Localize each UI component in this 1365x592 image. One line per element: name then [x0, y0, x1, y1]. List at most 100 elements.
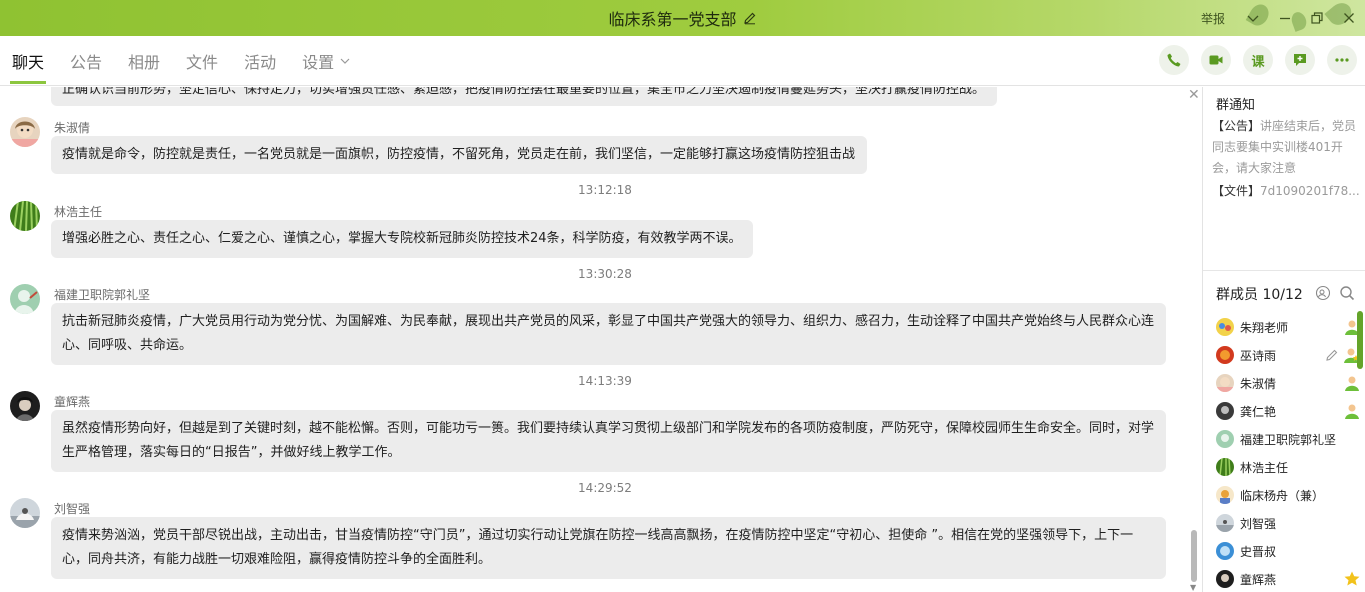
tab-activity[interactable]: 活动: [244, 49, 276, 73]
chevron-down-icon: [1247, 15, 1259, 22]
avatar: [1216, 542, 1234, 560]
notice-tag: 【公告】: [1212, 119, 1261, 133]
tab-settings-label: 设置: [302, 53, 335, 72]
member-name: 朱淑倩: [1240, 377, 1277, 391]
notice-announcement[interactable]: 【公告】讲座结束后，党员同志要集中实训楼401开会，请大家注意: [1212, 116, 1358, 179]
members-tools: [1315, 285, 1355, 301]
video-call-button[interactable]: [1201, 45, 1231, 75]
message-bubble[interactable]: 虽然疫情形势向好，但越是到了关键时刻，越不能松懈。否则，可能功亏一篑。我们要持续…: [51, 410, 1166, 472]
member-item[interactable]: 刘智强: [1216, 513, 1361, 533]
avatar: [1216, 318, 1234, 336]
add-member-icon[interactable]: [1315, 285, 1331, 301]
report-link[interactable]: 举报: [1201, 10, 1225, 27]
chat-scrollbar[interactable]: [1191, 530, 1197, 582]
chat-area[interactable]: ✕ 正确认识当前形势，坚定信心、保持定力，切实增强责任感、紧迫感，把疫情防控摆在…: [0, 87, 1202, 592]
message-bubble[interactable]: 疫情就是命令，防控就是责任，一名党员就是一面旗帜，防控疫情，不留死角，党员走在前…: [51, 136, 867, 174]
admin-badge-icon: [1345, 376, 1359, 391]
members-scrollbar[interactable]: [1357, 311, 1363, 369]
member-name: 龚仁艳: [1240, 405, 1277, 419]
tab-chat[interactable]: 聊天: [12, 49, 44, 73]
member-name: 朱翔老师: [1240, 321, 1289, 335]
video-icon: [1209, 55, 1223, 65]
timestamp: 14:13:39: [578, 374, 632, 388]
restore-button[interactable]: [1301, 0, 1333, 36]
minimize-button[interactable]: [1269, 0, 1301, 36]
member-item[interactable]: 龚仁艳: [1216, 401, 1361, 421]
member-item[interactable]: 林浩主任: [1216, 457, 1361, 477]
minimize-icon: [1280, 17, 1290, 20]
member-item[interactable]: 朱淑倩: [1216, 373, 1361, 393]
message-bubble[interactable]: 疫情来势汹汹，党员干部尽锐出战，主动出击，甘当疫情防控“守门员”，通过切实行动让…: [51, 517, 1166, 579]
voice-call-button[interactable]: [1159, 45, 1189, 75]
sender-name[interactable]: 朱淑倩: [54, 119, 90, 136]
member-name: 福建卫职院郭礼坚: [1240, 433, 1337, 447]
tab-bar: 聊天 公告 相册 文件 活动 设置: [12, 36, 376, 86]
avatar: [1216, 514, 1234, 532]
more-button[interactable]: [1327, 45, 1357, 75]
avatar[interactable]: [10, 117, 40, 147]
course-icon: 课: [1251, 54, 1265, 70]
edit-icon[interactable]: [743, 11, 757, 25]
star-icon: [1344, 571, 1360, 586]
message-bubble[interactable]: 抗击新冠肺炎疫情，广大党员用行动为党分忧、为国解难、为民奉献，展现出共产党员的风…: [51, 303, 1166, 365]
scroll-down-arrow-icon[interactable]: ▼: [1190, 583, 1196, 592]
tab-album[interactable]: 相册: [128, 49, 160, 73]
notice-file[interactable]: 【文件】7d1090201f78...: [1212, 182, 1362, 199]
member-item[interactable]: 巫诗雨: [1216, 345, 1361, 365]
timestamp: 14:29:52: [578, 481, 632, 495]
avatar: [1216, 346, 1234, 364]
notice-title: 群通知: [1216, 98, 1256, 113]
active-tab-indicator: [10, 81, 46, 84]
avatar: [1216, 430, 1234, 448]
avatar[interactable]: [10, 201, 40, 231]
more-icon: [1335, 58, 1349, 62]
avatar: [1216, 458, 1234, 476]
restore-icon: [1311, 12, 1323, 24]
file-tag: 【文件】: [1212, 184, 1261, 198]
sender-name[interactable]: 刘智强: [54, 500, 90, 517]
message-bubble[interactable]: 正确认识当前形势，坚定信心、保持定力，切实增强责任感、紧迫感，把疫情防控摆在最重…: [51, 87, 997, 106]
action-buttons: 课: [1159, 45, 1357, 75]
member-item[interactable]: 福建卫职院郭礼坚: [1216, 429, 1361, 449]
admin-badge-icon: [1345, 404, 1359, 419]
timestamp: 13:12:18: [578, 183, 632, 197]
member-item[interactable]: 史晋叔: [1216, 541, 1361, 561]
new-discussion-button[interactable]: [1285, 45, 1315, 75]
dropdown-button[interactable]: [1237, 0, 1269, 36]
title-bar: 临床系第一党支部 举报: [0, 0, 1365, 36]
close-icon: [1344, 13, 1354, 23]
close-icon[interactable]: ✕: [1188, 87, 1200, 103]
tab-announcement[interactable]: 公告: [70, 49, 102, 73]
avatar: [1216, 486, 1234, 504]
avatar: [1216, 570, 1234, 588]
message-bubble[interactable]: 增强必胜之心、责任之心、仁爱之心、谨慎之心，掌握大专院校新冠肺炎防控技术24条，…: [51, 220, 753, 258]
member-name: 童辉燕: [1240, 573, 1277, 587]
sender-name[interactable]: 童辉燕: [54, 393, 90, 410]
phone-icon: [1167, 53, 1181, 67]
member-name: 林浩主任: [1240, 461, 1289, 475]
member-item[interactable]: 童辉燕: [1216, 569, 1361, 589]
avatar: [1216, 374, 1234, 392]
tab-settings[interactable]: 设置: [302, 49, 350, 73]
timestamp: 13:30:28: [578, 267, 632, 281]
avatar[interactable]: [10, 284, 40, 314]
file-name: 7d1090201f78...: [1260, 184, 1360, 198]
avatar[interactable]: [10, 391, 40, 421]
member-name: 刘智强: [1240, 517, 1277, 531]
members-title: 群成员 10/12: [1216, 287, 1303, 303]
close-button[interactable]: [1333, 0, 1365, 36]
add-comment-icon: [1294, 54, 1306, 66]
member-item[interactable]: 临床杨舟（兼）: [1216, 485, 1361, 505]
divider: [1203, 270, 1365, 271]
member-item[interactable]: 朱翔老师: [1216, 317, 1361, 337]
course-button[interactable]: 课: [1243, 45, 1273, 75]
avatar: [1216, 402, 1234, 420]
chevron-down-icon: [340, 58, 350, 64]
avatar[interactable]: [10, 498, 40, 528]
member-name: 巫诗雨: [1240, 349, 1277, 363]
edit-icon[interactable]: [1325, 348, 1339, 362]
sender-name[interactable]: 林浩主任: [54, 203, 102, 220]
sender-name[interactable]: 福建卫职院郭礼坚: [54, 286, 150, 303]
search-icon[interactable]: [1339, 285, 1355, 301]
tab-files[interactable]: 文件: [186, 49, 218, 73]
